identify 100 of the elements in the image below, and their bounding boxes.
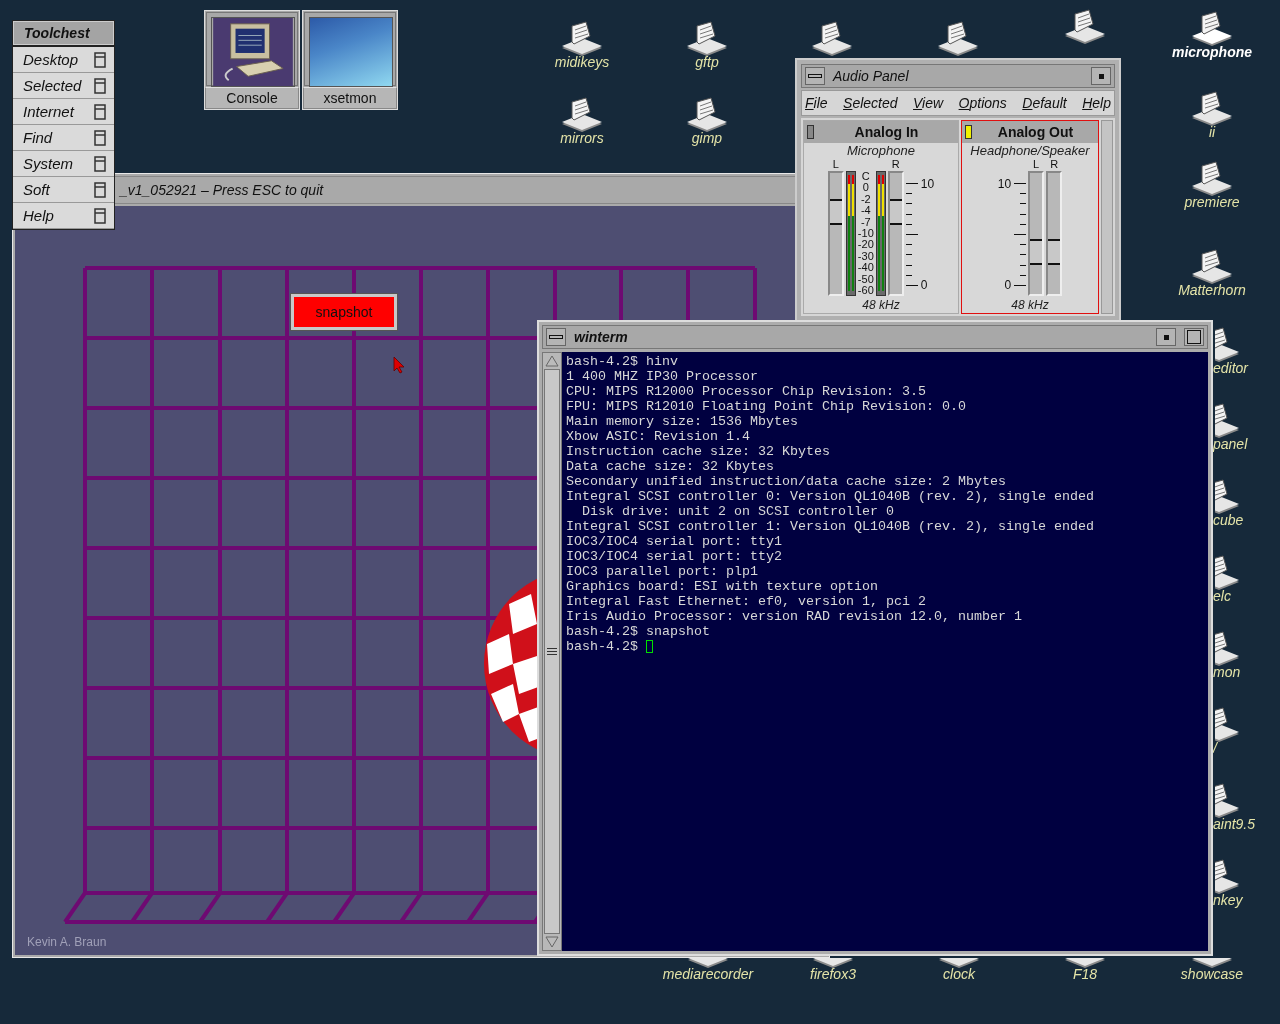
tile-label[interactable]: xsetmon (303, 87, 397, 109)
scroll-up-icon[interactable] (545, 355, 559, 367)
maximize-button[interactable] (1184, 328, 1204, 346)
minimize-button[interactable] (1156, 328, 1176, 346)
channel-letter: L (832, 158, 839, 171)
terminal-line: bash-4.2$ hinv (566, 354, 679, 369)
icon-label[interactable]: mirrors (522, 130, 642, 146)
window-menu-button[interactable] (546, 328, 566, 346)
window-title: winterm (574, 329, 629, 345)
icon-label[interactable]: gftp (647, 54, 767, 70)
icon-label[interactable]: midikeys (522, 54, 642, 70)
icon-label[interactable]: ii (1152, 124, 1272, 140)
menu-item[interactable]: Help (1082, 95, 1111, 111)
drawer-icon (94, 103, 106, 120)
sky-picture[interactable] (309, 17, 393, 87)
minimize-button[interactable] (1091, 67, 1111, 85)
channel-letter: R (891, 158, 900, 171)
icon-label[interactable]: clock (899, 966, 1019, 982)
terminal-line: bash-4.2$ snapshot (566, 624, 711, 639)
channel-panel[interactable]: Analog Out Headphone/Speaker 10 0 L R 48 kHz (961, 120, 1099, 314)
source-label: Headphone/Speaker (970, 143, 1090, 158)
icon-label[interactable]: editor (1213, 360, 1249, 376)
terminal-line: Integral Fast Ethernet: ef0, version 1, pci 2 (566, 594, 927, 609)
snapshot-button[interactable]: snapshot (291, 294, 397, 330)
terminal-line: Integral SCSI controller 1: Version QL1040B (rev. 2), single ended (566, 519, 1095, 534)
terminal-line: Instruction cache size: 32 Kbytes (566, 444, 831, 459)
slider-thumb[interactable] (889, 198, 902, 225)
scale-label: -2 (860, 193, 871, 205)
computer-icon[interactable] (211, 17, 295, 87)
scale-label: -4 (860, 205, 871, 217)
menu-item[interactable]: Default (1022, 95, 1067, 111)
icon-label[interactable]: nkey (1213, 892, 1243, 908)
terminal-line: IOC3/IOC4 serial port: tty1 (566, 534, 783, 549)
scale-label: 0 (862, 182, 869, 194)
icon-label[interactable]: mon (1213, 664, 1241, 680)
scale-label: -40 (857, 262, 874, 274)
icon-label[interactable]: firefox3 (773, 966, 893, 982)
icon-label[interactable]: showcase (1152, 966, 1272, 982)
scale-label: -30 (857, 250, 874, 262)
icon-label[interactable]: F18 (1025, 966, 1145, 982)
icon-label[interactable]: aint9.5 (1213, 816, 1256, 832)
terminal-line: Data cache size: 32 Kbytes (566, 459, 775, 474)
terminal-line: IOC3/IOC4 serial port: tty2 (566, 549, 783, 564)
scale-label: -20 (857, 239, 874, 251)
scale-label: 0 (920, 278, 929, 292)
terminal-line: Secondary unified instruction/data cache size: 2 Mbytes (566, 474, 1007, 489)
slider-thumb[interactable] (1030, 238, 1043, 265)
icon-label[interactable]: elc (1213, 588, 1231, 604)
menu-item[interactable]: File (805, 95, 828, 111)
scale-label: -50 (857, 273, 874, 285)
terminal-line: IOC3 parallel port: plp1 (566, 564, 759, 579)
scale-label: C (861, 171, 870, 182)
scroll-down-icon[interactable] (545, 936, 559, 948)
terminal-line: Iris Audio Processor: version RAD revision 12.0, number 1 (566, 609, 1023, 624)
terminal-line: Xbow ASIC: Revision 1.4 (566, 429, 751, 444)
menu-item[interactable]: View (913, 95, 944, 111)
tile-label[interactable]: Console (205, 87, 299, 109)
scroll-thumb[interactable] (544, 369, 560, 934)
scroll-bar[interactable] (542, 352, 562, 951)
sample-rate: 48 kHz (862, 298, 900, 312)
terminal-line: 1 400 MHZ IP30 Processor (566, 369, 759, 384)
slider-thumb[interactable] (1048, 238, 1061, 265)
channel-name: Analog In (853, 124, 920, 140)
scale-label: -60 (857, 284, 874, 296)
drawer-icon (94, 77, 106, 94)
terminal-prompt: bash-4.2$ (566, 639, 638, 654)
menu-item[interactable]: Options (958, 95, 1007, 111)
icon-label[interactable]: mediarecorder (648, 966, 768, 982)
channel-name: Analog Out (996, 124, 1075, 140)
icon-label[interactable]: panel (1213, 436, 1248, 452)
terminal-line: Graphics board: ESI with texture option (566, 579, 879, 594)
drawer-icon (94, 51, 106, 68)
mouse-pointer-icon (393, 356, 405, 374)
icon-label[interactable]: cube (1213, 512, 1244, 528)
terminal-line: Main memory size: 1536 Mbytes (566, 414, 799, 429)
sample-rate: 48 kHz (1011, 298, 1049, 312)
channel-letter: R (1050, 158, 1059, 171)
window-title: _v1_052921 – Press ESC to quit (120, 182, 324, 198)
credit-text: Kevin A. Braun (27, 935, 107, 949)
window-title: Audio Panel (833, 68, 910, 84)
drawer-icon (94, 129, 106, 146)
scale-label: -10 (857, 227, 874, 239)
icon-label[interactable]: microphone (1152, 44, 1272, 60)
icon-label[interactable]: Matterhorn (1152, 282, 1272, 298)
scale-label: 0 (1004, 278, 1012, 292)
scale-label: 10 (920, 177, 935, 191)
menu-item[interactable]: Selected (843, 95, 898, 111)
drawer-icon (94, 207, 106, 224)
channel-letter: L (1033, 158, 1040, 171)
drawer-icon (94, 181, 106, 198)
scroll-bar[interactable] (1101, 120, 1113, 314)
icon-label[interactable]: gimp (647, 130, 767, 146)
source-label: Microphone (847, 143, 915, 158)
terminal-line: CPU: MIPS R12000 Processor Chip Revision: 3.5 (566, 384, 927, 399)
channel-panel[interactable]: Analog In Microphone L C 0 -2 -4 -7 -10 -20 -30 -40 -50 -60 R 10 0 48 kHz (803, 120, 959, 314)
terminal-line: Integral SCSI controller 0: Version QL1040B (rev. 2), single ended (566, 489, 1095, 504)
window-menu-button[interactable] (805, 67, 825, 85)
terminal-line: Disk drive: unit 2 on SCSI controller 0 (581, 504, 895, 519)
slider-thumb[interactable] (829, 198, 842, 225)
icon-label[interactable]: premiere (1152, 194, 1272, 210)
